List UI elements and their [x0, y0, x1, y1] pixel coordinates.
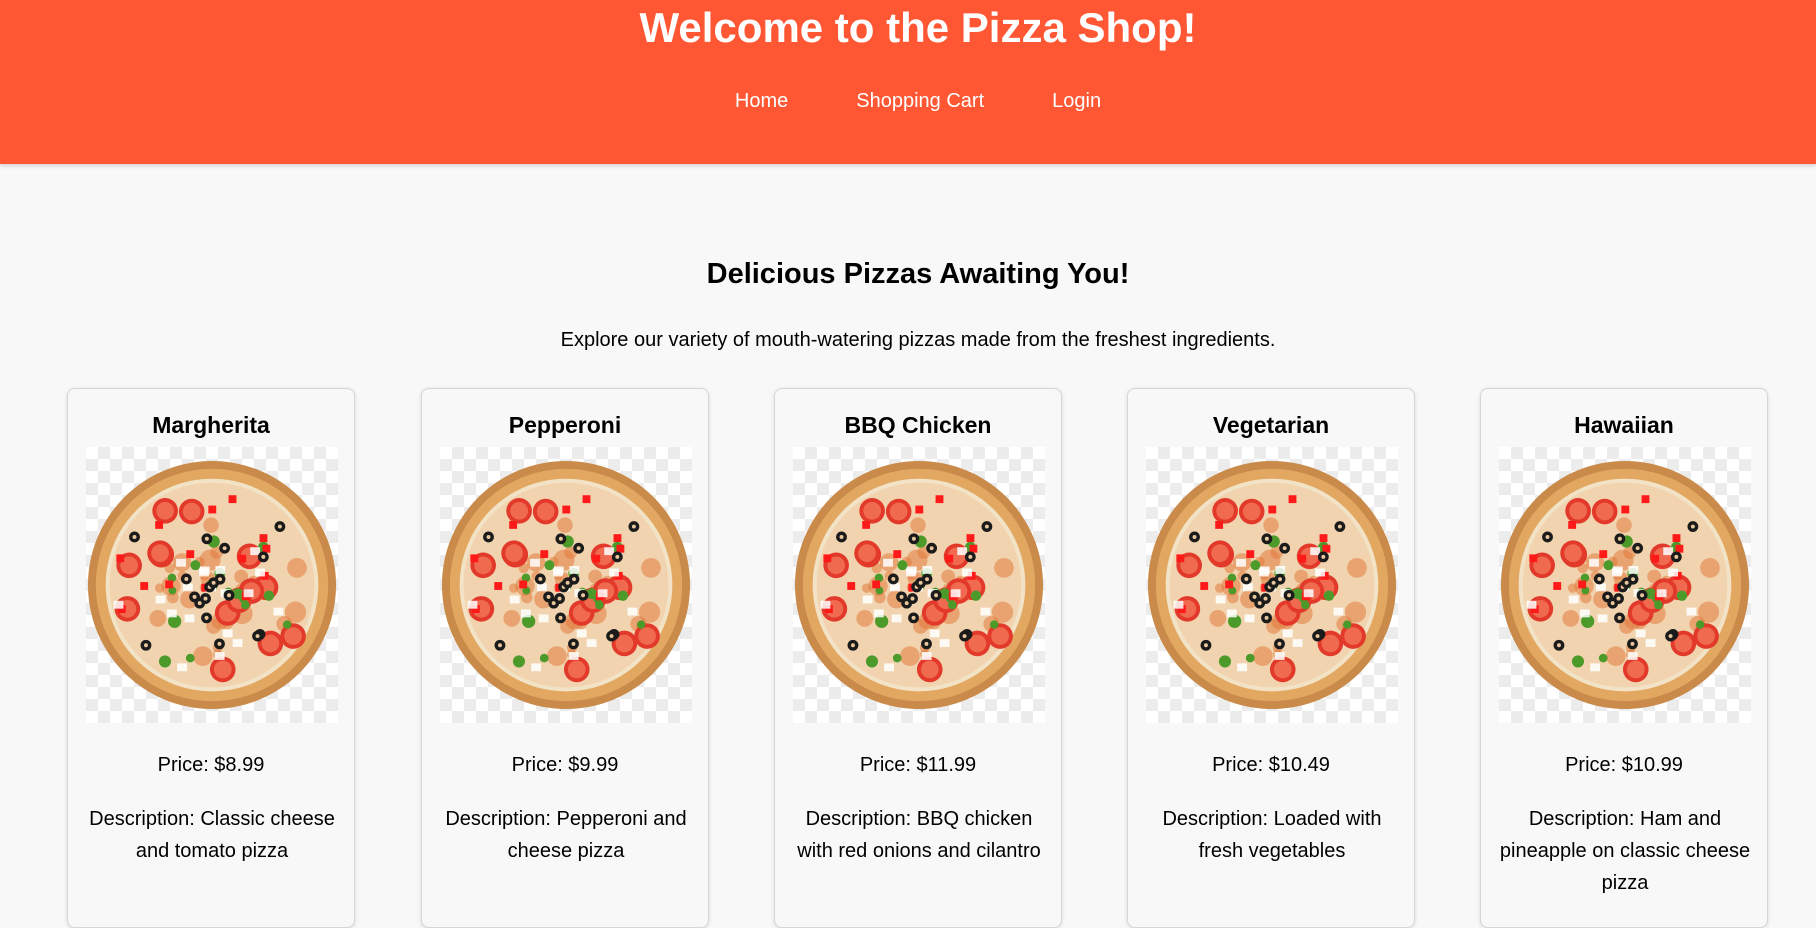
pizza-description: Description: Loaded with fresh vegetable… — [1162, 808, 1382, 862]
main-nav: Home Shopping Cart Login — [0, 88, 1816, 114]
nav-link-home[interactable]: Home — [701, 88, 822, 114]
pizza-name: BBQ Chicken — [844, 412, 992, 438]
pizza-card-hawaiian: Hawaiian Price: $10.99 Description: Ham … — [1480, 388, 1768, 928]
pizza-price: Price: $8.99 — [157, 754, 265, 776]
pizza-image — [86, 447, 338, 723]
pizza-image — [1146, 447, 1398, 723]
site-header: Welcome to the Pizza Shop! Home Shopping… — [0, 0, 1816, 164]
pizza-name: Margherita — [152, 412, 270, 438]
pizza-price: Price: $11.99 — [859, 754, 977, 776]
pizza-image — [440, 447, 692, 723]
pizza-price: Price: $9.99 — [511, 754, 619, 776]
site-title: Welcome to the Pizza Shop! — [639, 4, 1197, 51]
pizza-name: Pepperoni — [508, 412, 622, 438]
pizza-image — [793, 447, 1045, 723]
pizza-image — [1499, 447, 1751, 723]
pizza-description: Description: Ham and pineapple on classi… — [1499, 808, 1751, 894]
nav-link-login[interactable]: Login — [1018, 88, 1135, 114]
section-subtitle: Explore our variety of mouth-watering pi… — [560, 329, 1276, 351]
pizza-card-margherita: Margherita Price: $8.99 Description: Cla… — [67, 388, 355, 928]
section-title: Delicious Pizzas Awaiting You! — [706, 258, 1130, 290]
nav-link-shopping-cart[interactable]: Shopping Cart — [822, 88, 1018, 114]
pizza-name: Vegetarian — [1212, 412, 1330, 438]
pizza-name: Hawaiian — [1574, 412, 1674, 438]
pizza-description: Description: BBQ chicken with red onions… — [797, 808, 1041, 862]
pizza-card-bbq-chicken: BBQ Chicken Price: $11.99 Description: B… — [774, 388, 1062, 928]
pizza-description: Description: Classic cheese and tomato p… — [89, 808, 335, 862]
pizza-description: Description: Pepperoni and cheese pizza — [445, 808, 687, 862]
pizza-card-vegetarian: Vegetarian Price: $10.49 Description: Lo… — [1127, 388, 1415, 928]
pizza-card-pepperoni: Pepperoni Price: $9.99 Description: Pepp… — [421, 388, 709, 928]
pizza-price: Price: $10.49 — [1212, 754, 1330, 776]
pizza-price: Price: $10.99 — [1565, 754, 1683, 776]
